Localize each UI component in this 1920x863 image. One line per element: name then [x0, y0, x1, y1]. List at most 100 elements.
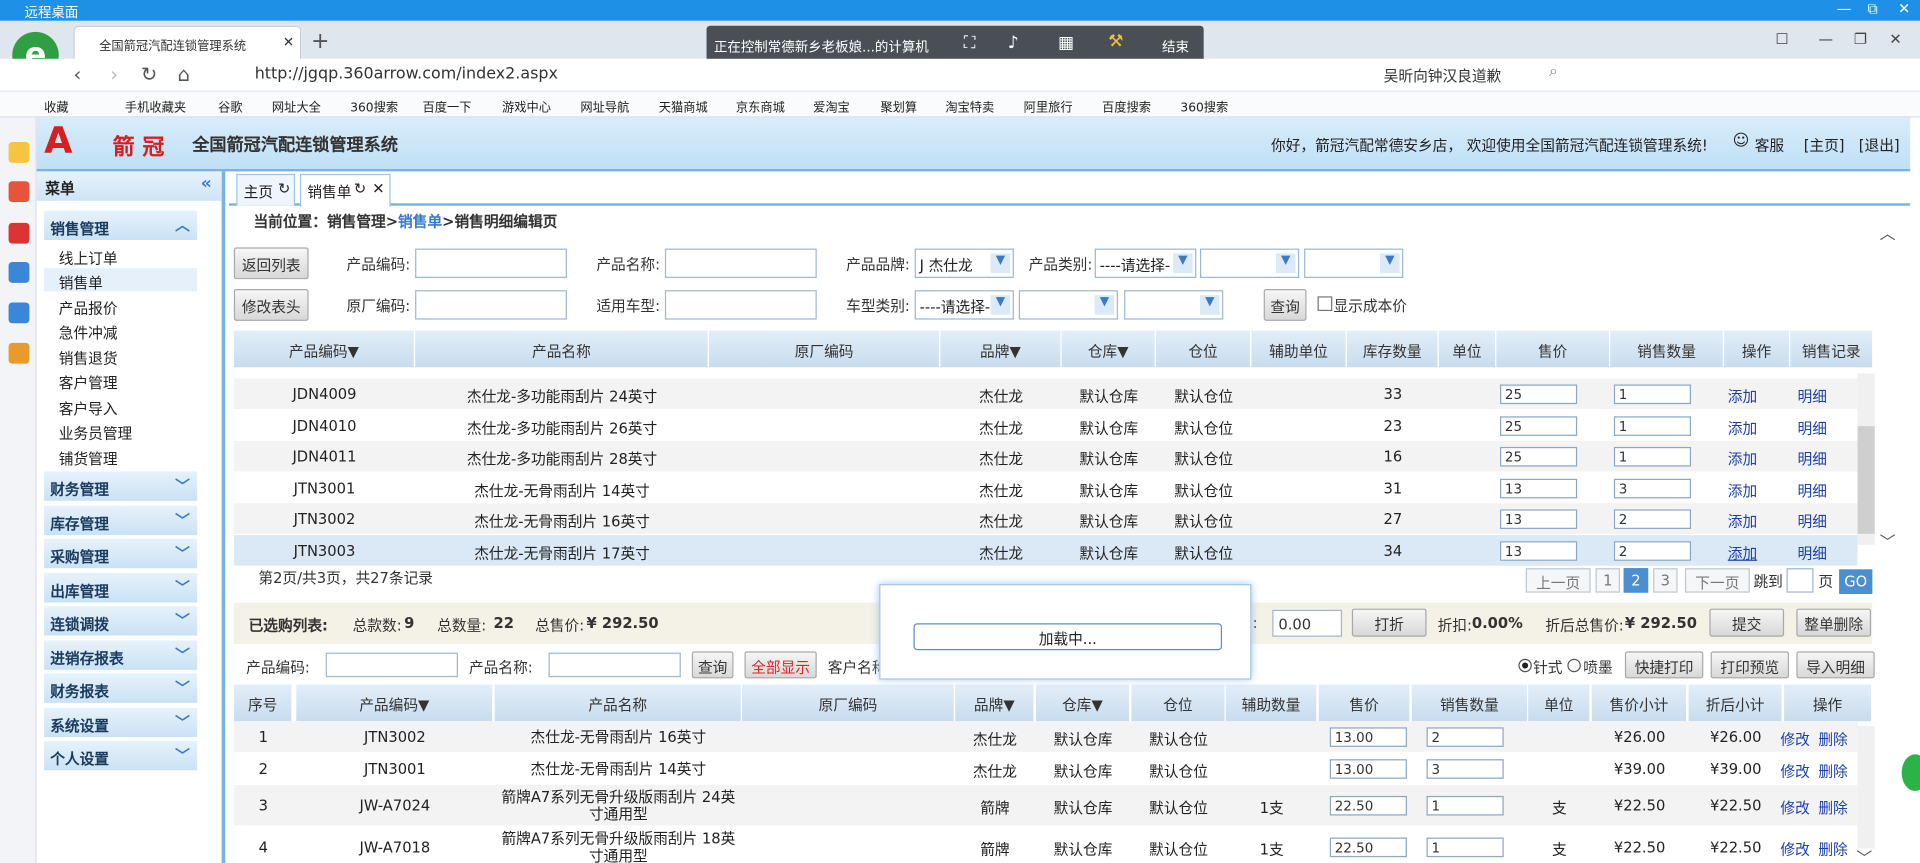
- add-link[interactable]: 添加: [1724, 448, 1761, 469]
- close-icon[interactable]: ✕: [372, 180, 384, 197]
- edit-link[interactable]: 修改: [1779, 839, 1811, 860]
- print-preview-button[interactable]: 打印预览: [1710, 651, 1789, 679]
- price-input[interactable]: 25: [1500, 415, 1578, 436]
- sel-name-input[interactable]: [548, 652, 681, 678]
- fav-item[interactable]: 网址导航: [580, 97, 629, 115]
- star-icon[interactable]: [8, 142, 30, 163]
- detail-qty-input[interactable]: 3: [1426, 759, 1504, 779]
- sidebar-item-return[interactable]: 销售退货: [44, 344, 197, 367]
- forward-icon[interactable]: ›: [110, 62, 118, 85]
- browser-minimize-icon[interactable]: —: [1818, 31, 1833, 48]
- submit-button[interactable]: 提交: [1709, 608, 1785, 637]
- fav-item[interactable]: 爱淘宝: [813, 97, 850, 115]
- add-link[interactable]: 添加: [1724, 542, 1761, 563]
- detail-link[interactable]: 明细: [1794, 386, 1831, 407]
- brand-select[interactable]: J 杰仕龙 ▼: [914, 248, 1014, 278]
- dot-printer-radio[interactable]: [1518, 658, 1532, 673]
- menu-icon[interactable]: ☐: [1776, 31, 1789, 48]
- inkjet-radio[interactable]: [1567, 658, 1581, 673]
- browser-restore-icon[interactable]: ❐: [1854, 31, 1867, 48]
- model-input[interactable]: [664, 290, 817, 320]
- browser-close-icon[interactable]: ✕: [1889, 31, 1901, 48]
- detail-qty-input[interactable]: 1: [1426, 795, 1504, 816]
- tab-home[interactable]: 主页 ↻: [236, 173, 296, 206]
- add-link[interactable]: 添加: [1724, 480, 1761, 501]
- detail-link[interactable]: 明细: [1794, 480, 1831, 501]
- fav-item[interactable]: 百度一下: [422, 97, 471, 115]
- query-button[interactable]: 查询: [1263, 288, 1307, 321]
- subcategory2-select[interactable]: ▼: [1304, 248, 1404, 278]
- service-link[interactable]: 客服: [1755, 135, 1784, 156]
- fav-item[interactable]: 游戏中心: [502, 97, 551, 115]
- note-icon[interactable]: [8, 342, 30, 364]
- home-link[interactable]: [主页]: [1804, 135, 1845, 156]
- detail-link[interactable]: 明细: [1794, 448, 1831, 469]
- qty-input[interactable]: 2: [1613, 509, 1692, 530]
- price-input[interactable]: 25: [1500, 447, 1578, 467]
- sidebar-section-report[interactable]: 进销存报表 ﹀: [44, 640, 198, 670]
- sidebar-section-transfer[interactable]: 连锁调拨 ﹀: [44, 606, 198, 636]
- product-table-header[interactable]: 品牌▼: [940, 330, 1062, 368]
- news-icon[interactable]: [8, 181, 30, 203]
- fav-item[interactable]: 网址大全: [272, 97, 321, 115]
- detail-price-input[interactable]: 22.50: [1329, 837, 1407, 858]
- show-cost-checkbox[interactable]: [1317, 296, 1333, 312]
- prev-page-button[interactable]: 上一页: [1525, 568, 1591, 593]
- price-input[interactable]: 13: [1500, 509, 1578, 530]
- sidebar-section-outbound[interactable]: 出库管理 ﹀: [44, 573, 198, 603]
- discount-input[interactable]: 0.00: [1272, 609, 1343, 637]
- fav-item[interactable]: 手机收藏夹: [125, 97, 186, 115]
- detail-price-input[interactable]: 13.00: [1329, 727, 1407, 747]
- detail-price-input[interactable]: 22.50: [1329, 795, 1407, 816]
- qty-input[interactable]: 1: [1613, 384, 1692, 405]
- price-input[interactable]: 25: [1500, 384, 1578, 405]
- name-input[interactable]: [664, 248, 817, 278]
- qty-input[interactable]: 1: [1613, 415, 1692, 436]
- fav-item[interactable]: 京东商城: [736, 97, 785, 115]
- detail-price-input[interactable]: 13.00: [1329, 759, 1407, 779]
- subcategory-select[interactable]: ▼: [1200, 248, 1300, 278]
- sidebar-item-quote[interactable]: 产品报价: [44, 294, 197, 317]
- delete-link[interactable]: 删除: [1817, 729, 1849, 750]
- url-input[interactable]: http://jgqp.360arrow.com/index2.aspx: [255, 65, 558, 83]
- edit-header-button[interactable]: 修改表头: [233, 288, 309, 321]
- product-table-header[interactable]: 仓库▼: [1061, 330, 1156, 368]
- weibo-icon[interactable]: [8, 222, 30, 244]
- add-link[interactable]: 添加: [1724, 417, 1761, 438]
- close-icon[interactable]: ✕: [1898, 0, 1910, 17]
- detail-link[interactable]: 明细: [1794, 511, 1831, 532]
- qty-input[interactable]: 3: [1613, 478, 1692, 499]
- logout-link[interactable]: [退出]: [1859, 135, 1900, 156]
- fav-item[interactable]: 收藏: [44, 97, 68, 115]
- sidebar-item-customer-import[interactable]: 客户导入: [44, 394, 197, 417]
- sidebar-item-customer[interactable]: 客户管理: [44, 369, 197, 392]
- oem-input[interactable]: [415, 290, 567, 320]
- mail-icon[interactable]: [8, 262, 30, 283]
- fav-item[interactable]: 聚划算: [880, 97, 917, 115]
- sidebar-section-system[interactable]: 系统设置 ﹀: [44, 707, 198, 738]
- go-button[interactable]: GO: [1839, 569, 1873, 594]
- sidebar-section-sales[interactable]: 销售管理 ︿: [44, 210, 198, 241]
- fav-item[interactable]: 谷歌: [218, 97, 242, 115]
- detail-scrollbar[interactable]: [1857, 726, 1875, 849]
- edit-link[interactable]: 修改: [1779, 729, 1811, 750]
- detail-qty-input[interactable]: 2: [1426, 727, 1504, 747]
- refresh-icon[interactable]: ↻: [354, 180, 366, 197]
- fav-item[interactable]: 百度搜索: [1102, 97, 1151, 115]
- sidebar-item-urgent[interactable]: 急件冲减: [44, 318, 197, 341]
- back-to-list-button[interactable]: 返回列表: [233, 247, 309, 280]
- tab-close-icon[interactable]: ✕: [283, 34, 294, 50]
- sel-code-input[interactable]: [325, 652, 458, 678]
- add-link[interactable]: 添加: [1724, 511, 1761, 532]
- quick-print-button[interactable]: 快捷打印: [1624, 651, 1704, 679]
- detail-scroll-down-icon[interactable]: ﹀: [1856, 845, 1872, 863]
- sidebar-section-finance[interactable]: 财务管理 ﹀: [44, 471, 198, 501]
- sidebar-item-online-order[interactable]: 线上订单: [44, 244, 197, 267]
- home-icon[interactable]: ⌂: [178, 62, 190, 85]
- cartype2-select[interactable]: ▼: [1018, 290, 1118, 320]
- tab-sales-order[interactable]: 销售单 ↻ ✕: [300, 173, 391, 207]
- fullscreen-icon[interactable]: ⛶: [964, 33, 976, 53]
- browser-tab[interactable]: 全国箭冠汽配连锁管理系统 ✕: [73, 25, 302, 59]
- fav-item[interactable]: 淘宝特卖: [945, 97, 994, 115]
- cartype3-select[interactable]: ▼: [1124, 290, 1224, 320]
